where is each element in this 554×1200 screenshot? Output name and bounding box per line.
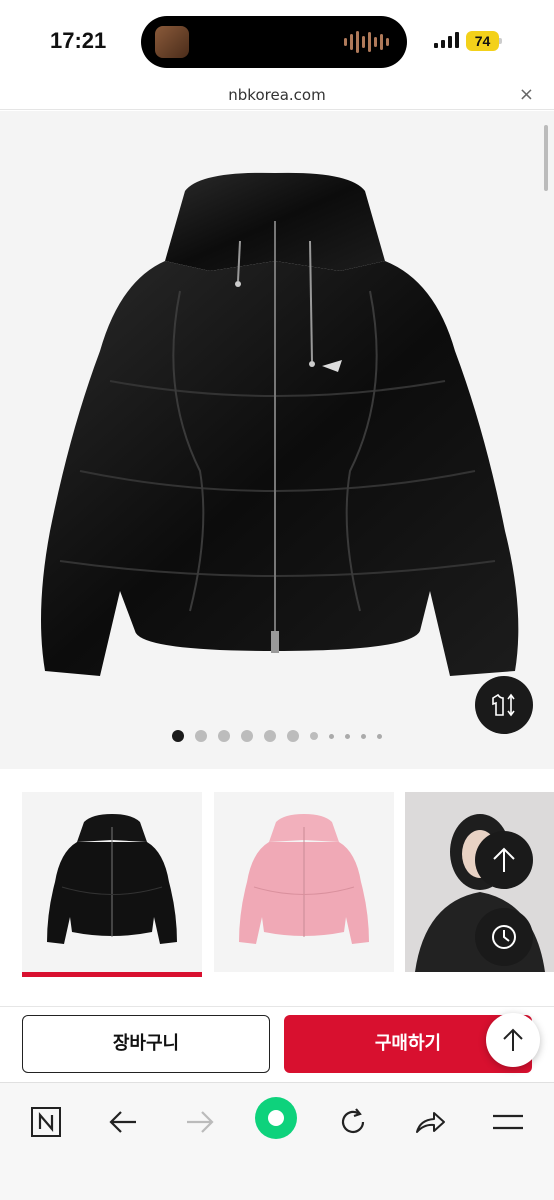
menu-button[interactable] xyxy=(485,1099,531,1145)
reload-icon xyxy=(341,1108,365,1134)
fit-size-button[interactable] xyxy=(475,676,533,734)
naver-home-button[interactable] xyxy=(23,1099,69,1145)
scroll-up-button[interactable] xyxy=(475,831,533,889)
recent-history-button[interactable] xyxy=(475,908,533,966)
share-icon xyxy=(416,1112,445,1133)
carousel-dot[interactable] xyxy=(195,730,207,742)
carousel-dot[interactable] xyxy=(377,733,382,739)
naver-n-icon xyxy=(31,1107,61,1137)
carousel-dot[interactable] xyxy=(361,733,366,739)
page-scrollbar[interactable] xyxy=(544,125,548,191)
status-time: 17:21 xyxy=(50,28,107,53)
carousel-dot[interactable] xyxy=(310,732,318,740)
selected-thumbnail-indicator xyxy=(22,972,202,977)
t-shirt-size-icon xyxy=(492,693,515,717)
back-button[interactable] xyxy=(100,1099,146,1145)
naver-green-dot-button[interactable] xyxy=(253,1095,299,1141)
reload-button[interactable] xyxy=(330,1099,376,1145)
add-to-cart-button[interactable]: 장바구니 xyxy=(22,1015,270,1073)
battery-icon: 74 xyxy=(466,31,502,51)
arrow-up-icon xyxy=(493,847,515,872)
forward-arrow-icon xyxy=(187,1111,214,1133)
status-bar: 17:21 74 xyxy=(0,0,554,82)
forward-button[interactable] xyxy=(177,1099,223,1145)
carousel-dot[interactable] xyxy=(241,730,253,742)
carousel-dot[interactable] xyxy=(218,730,230,742)
thumbnail-pink-jacket[interactable] xyxy=(214,792,394,972)
carousel-dot[interactable] xyxy=(287,730,299,742)
browser-toolbar xyxy=(0,1082,554,1200)
clock-icon xyxy=(492,925,516,949)
battery-level: 74 xyxy=(466,31,499,51)
url-bar[interactable]: nbkorea.com × xyxy=(0,82,554,110)
thumbnail-black-jacket[interactable] xyxy=(22,792,202,972)
carousel-dot[interactable] xyxy=(329,733,334,739)
menu-icon xyxy=(493,1114,523,1130)
now-playing-artwork xyxy=(155,26,189,58)
purchase-bar: 장바구니 구매하기 xyxy=(0,1006,554,1082)
share-button[interactable] xyxy=(407,1099,453,1145)
arrow-up-icon xyxy=(503,1028,523,1051)
green-dot-icon xyxy=(255,1097,297,1139)
url-text[interactable]: nbkorea.com xyxy=(0,86,554,104)
audio-waveform-icon xyxy=(344,30,389,54)
close-icon[interactable]: × xyxy=(519,84,534,105)
carousel-indicator xyxy=(0,728,554,744)
pink-jacket-thumbnail-image xyxy=(239,814,369,944)
scroll-to-top-button[interactable] xyxy=(486,1013,540,1067)
cellular-signal-icon xyxy=(434,32,459,48)
carousel-dot[interactable] xyxy=(345,733,350,739)
back-arrow-icon xyxy=(109,1111,136,1133)
carousel-dot[interactable] xyxy=(264,730,276,742)
color-thumbnails xyxy=(0,770,554,1006)
product-main-image[interactable] xyxy=(0,111,554,769)
black-puffer-jacket-image xyxy=(41,172,519,676)
dynamic-island[interactable] xyxy=(141,16,407,68)
black-jacket-thumbnail-image xyxy=(47,814,177,944)
carousel-dot[interactable] xyxy=(172,730,184,742)
